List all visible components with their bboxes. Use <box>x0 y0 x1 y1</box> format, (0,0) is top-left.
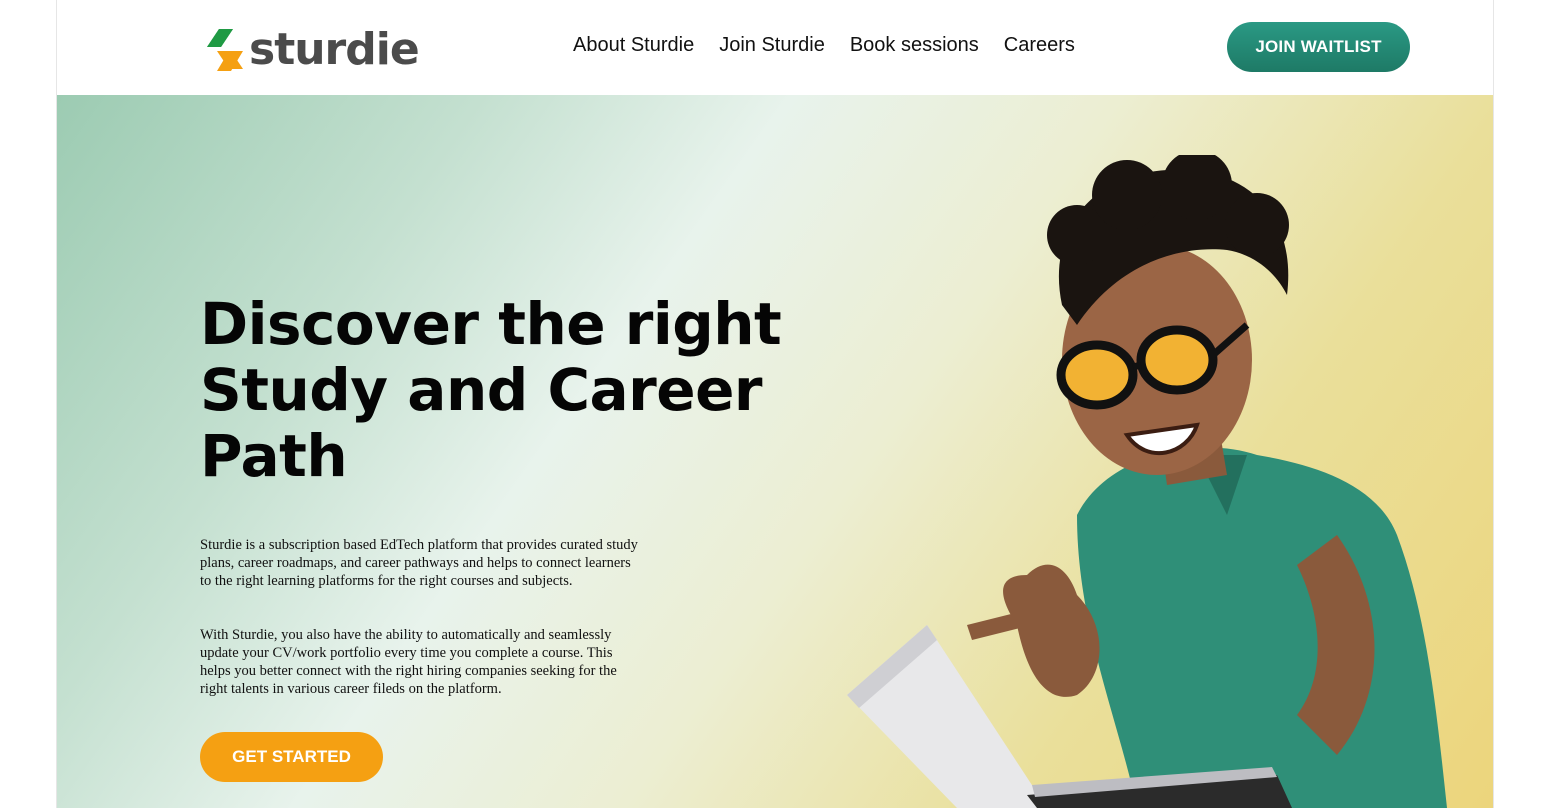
get-started-button[interactable]: GET STARTED <box>200 732 383 782</box>
excited-student-laptop-illustration <box>847 155 1447 808</box>
join-waitlist-button[interactable]: JOIN WAITLIST <box>1227 22 1410 72</box>
site-header: sturdie About Sturdie Join Sturdie Book … <box>57 0 1493 95</box>
hero-description-2: With Sturdie, you also have the ability … <box>200 627 617 697</box>
nav-about-sturdie[interactable]: About Sturdie <box>573 34 694 57</box>
hero-description-1: Sturdie is a subscription based EdTech p… <box>200 537 638 589</box>
nav-careers[interactable]: Careers <box>1004 34 1075 57</box>
nav-book-sessions[interactable]: Book sessions <box>850 34 979 57</box>
logo-wordmark: sturdie <box>249 24 420 75</box>
main-nav: About Sturdie Join Sturdie Book sessions… <box>573 34 1075 57</box>
page-frame: sturdie About Sturdie Join Sturdie Book … <box>56 0 1494 808</box>
sturdie-logo-icon <box>207 29 243 71</box>
hero-section: Discover the right Study and Career Path… <box>57 95 1493 808</box>
nav-join-sturdie[interactable]: Join Sturdie <box>719 34 825 57</box>
hero-title: Discover the right Study and Career Path <box>200 290 782 490</box>
logo-link[interactable]: sturdie <box>203 24 420 76</box>
